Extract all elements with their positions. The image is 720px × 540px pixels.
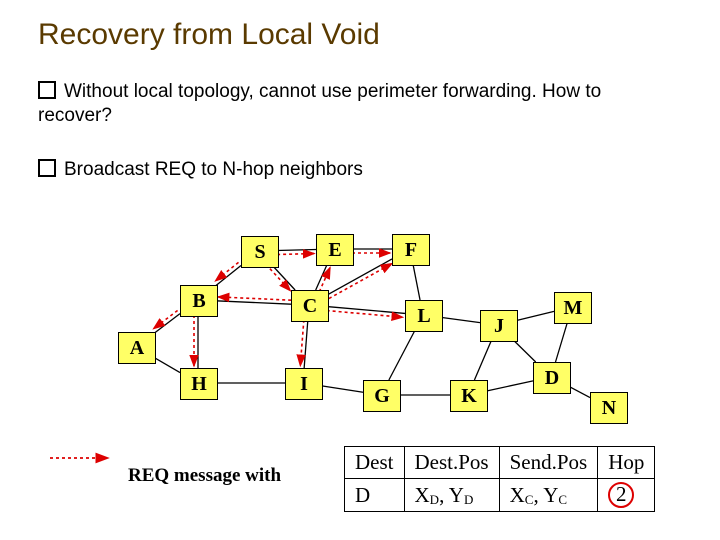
network-graph: SEFBCLJMAHIGKDN — [60, 230, 620, 430]
th-hop: Hop — [598, 447, 655, 479]
bullet-1-text: Without local topology, cannot use perim… — [38, 81, 601, 126]
node-n: N — [590, 392, 628, 424]
cell-sendpos: XC, YC — [499, 479, 598, 512]
legend-text: REQ message with — [128, 465, 281, 487]
bullet-square-icon — [38, 159, 56, 177]
table-header-row: Dest Dest.Pos Send.Pos Hop — [345, 447, 655, 479]
node-i: I — [285, 368, 323, 400]
node-f: F — [392, 234, 430, 266]
bullet-square-icon — [38, 81, 56, 99]
legend-arrow-icon — [48, 452, 118, 464]
bullet-2: Broadcast REQ to N-hop neighbors — [38, 158, 678, 182]
node-l: L — [405, 300, 443, 332]
th-dest: Dest — [345, 447, 405, 479]
table-row: D XD, YD XC, YC 2 — [345, 479, 655, 512]
node-s: S — [241, 236, 279, 268]
cell-dest: D — [345, 479, 405, 512]
node-j: J — [480, 310, 518, 342]
page-title: Recovery from Local Void — [38, 18, 380, 52]
node-b: B — [180, 285, 218, 317]
node-d: D — [533, 362, 571, 394]
th-sendpos: Send.Pos — [499, 447, 598, 479]
node-e: E — [316, 234, 354, 266]
bullet-2-text: Broadcast REQ to N-hop neighbors — [64, 159, 363, 180]
cell-destpos: XD, YD — [404, 479, 499, 512]
bullet-1: Without local topology, cannot use perim… — [38, 80, 678, 128]
routing-table: Dest Dest.Pos Send.Pos Hop D XD, YD XC, … — [344, 446, 655, 512]
node-c: C — [291, 290, 329, 322]
node-m: M — [554, 292, 592, 324]
node-a: A — [118, 332, 156, 364]
hop-circle: 2 — [608, 482, 634, 508]
node-h: H — [180, 368, 218, 400]
th-destpos: Dest.Pos — [404, 447, 499, 479]
cell-hop: 2 — [598, 479, 655, 512]
node-g: G — [363, 380, 401, 412]
node-k: K — [450, 380, 488, 412]
